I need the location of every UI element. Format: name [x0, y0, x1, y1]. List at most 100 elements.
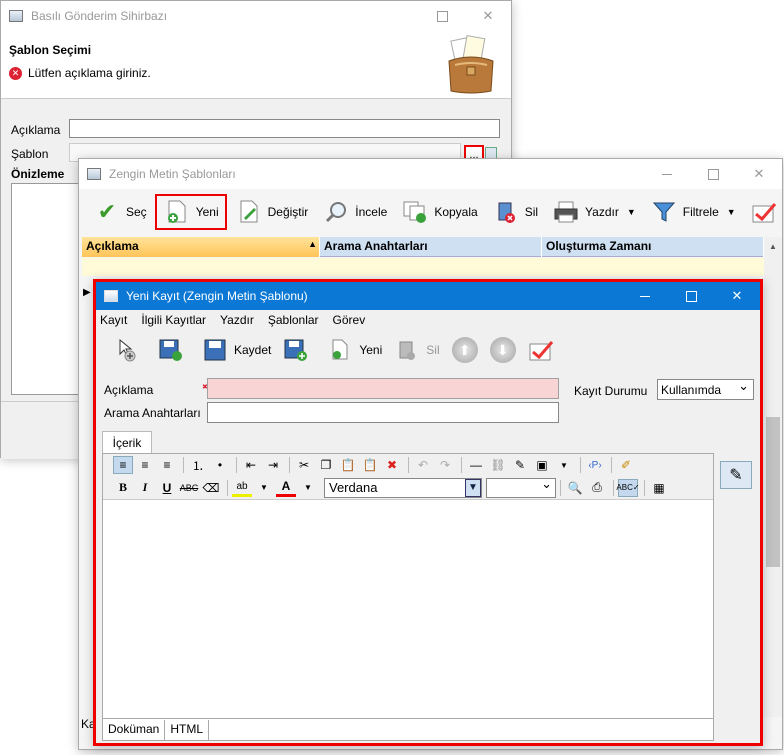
- magnifier-icon: [322, 198, 350, 226]
- clear-icon[interactable]: ✖: [382, 456, 402, 474]
- minimize-button[interactable]: [622, 282, 668, 310]
- print-button[interactable]: Yazdır ▼: [546, 194, 642, 230]
- column-header-arama[interactable]: Arama Anahtarları: [320, 237, 542, 257]
- link-icon[interactable]: ⛓: [488, 456, 508, 474]
- chevron-down-icon[interactable]: ▼: [465, 478, 481, 497]
- maximize-button[interactable]: [419, 1, 465, 31]
- preview-area: [11, 183, 81, 395]
- font-color-icon[interactable]: A: [276, 479, 296, 497]
- vertical-scrollbar[interactable]: ▲: [764, 237, 782, 717]
- chevron-down-icon[interactable]: ▼: [254, 479, 274, 497]
- select-button[interactable]: ✔ Seç: [87, 194, 153, 230]
- arama-input[interactable]: [207, 402, 559, 423]
- print-preview-icon[interactable]: ⎙: [587, 479, 607, 497]
- close-button[interactable]: [736, 159, 782, 189]
- menu-sablonlar[interactable]: Şablonlar: [268, 313, 319, 327]
- delete-button[interactable]: Sil: [486, 194, 544, 230]
- edit-picture-icon: ✎: [729, 467, 743, 484]
- error-text: Lütfen açıklama giriniz.: [28, 66, 151, 80]
- strikethrough-icon[interactable]: ABC: [179, 479, 199, 497]
- chevron-down-icon[interactable]: ▼: [298, 479, 318, 497]
- font-family-select[interactable]: Verdana ▼: [324, 477, 482, 498]
- chevron-down-icon[interactable]: ▼: [627, 207, 636, 217]
- save-close-button[interactable]: [158, 337, 190, 363]
- scroll-thumb[interactable]: [766, 417, 780, 567]
- column-header-aciklama[interactable]: Açıklama: [82, 237, 320, 257]
- menu-yazdir[interactable]: Yazdır: [220, 313, 254, 327]
- align-center-icon[interactable]: ≡: [135, 456, 155, 474]
- align-right-icon[interactable]: ≡: [157, 456, 177, 474]
- table-row[interactable]: [82, 258, 764, 276]
- save-add-icon: [283, 337, 309, 363]
- menu-ilgili-kayitlar[interactable]: İlgili Kayıtlar: [141, 313, 206, 327]
- paste-icon[interactable]: 📋: [338, 456, 358, 474]
- close-button[interactable]: [465, 1, 511, 31]
- checklist-icon: [528, 337, 554, 363]
- highlighter-icon[interactable]: ✐: [616, 456, 636, 474]
- editor-content[interactable]: [103, 500, 713, 720]
- record-toolbar: Kaydet Yeni Sil ⬆ ⬇: [96, 330, 760, 370]
- status-select[interactable]: Kullanımda: [657, 378, 754, 400]
- aciklama-input[interactable]: [207, 378, 559, 399]
- font-size-select[interactable]: [486, 476, 556, 498]
- add-button[interactable]: [114, 337, 146, 363]
- save-button[interactable]: Kaydet: [202, 337, 271, 363]
- column-header-olusturma[interactable]: Oluşturma Zamanı: [542, 237, 764, 257]
- save-refresh-icon: [158, 337, 184, 363]
- delete-record-button[interactable]: Sil: [394, 337, 440, 363]
- eraser-icon[interactable]: ⌫: [201, 479, 221, 497]
- separator: [644, 479, 645, 496]
- tab-dokuman[interactable]: Doküman: [103, 720, 166, 740]
- numbered-list-icon[interactable]: ⒈: [188, 456, 208, 474]
- new-button[interactable]: Yeni: [154, 194, 227, 230]
- indent-icon[interactable]: ⇥: [263, 456, 283, 474]
- new-record-button[interactable]: Yeni: [327, 337, 382, 363]
- menu-kayit[interactable]: Kayıt: [100, 313, 127, 327]
- cut-icon[interactable]: ✂: [294, 456, 314, 474]
- next-record-button[interactable]: ⬇: [489, 337, 516, 363]
- paste-special-icon[interactable]: 📋: [360, 456, 380, 474]
- edit-button[interactable]: Değiştir: [229, 194, 315, 230]
- maximize-button[interactable]: [668, 282, 714, 310]
- edit-template-button[interactable]: ✎: [720, 461, 752, 489]
- arrow-down-icon: ⬇: [489, 337, 516, 363]
- paragraph-icon[interactable]: ‹P›: [585, 456, 605, 474]
- horizontal-rule-icon[interactable]: —: [466, 456, 486, 474]
- scroll-up-icon[interactable]: ▲: [764, 237, 782, 255]
- redo-icon[interactable]: ↷: [435, 456, 455, 474]
- filter-button[interactable]: Filtrele ▼: [644, 194, 742, 230]
- copy-icon[interactable]: ❐: [316, 456, 336, 474]
- approve-button[interactable]: [528, 337, 560, 363]
- previous-record-button[interactable]: ⬆: [451, 337, 478, 363]
- outdent-icon[interactable]: ⇤: [241, 456, 261, 474]
- maximize-button[interactable]: [690, 159, 736, 189]
- tab-icerik[interactable]: İçerik: [102, 431, 152, 453]
- chevron-down-icon[interactable]: ▼: [727, 207, 736, 217]
- find-icon[interactable]: 🔍: [565, 479, 585, 497]
- close-button[interactable]: [714, 282, 760, 310]
- italic-icon[interactable]: I: [135, 479, 155, 497]
- menu-gorev[interactable]: Görev: [333, 313, 366, 327]
- image-icon[interactable]: ▣: [532, 456, 552, 474]
- spellcheck-icon[interactable]: ABC✓: [616, 478, 640, 497]
- bold-icon[interactable]: B: [113, 479, 133, 497]
- aciklama-input[interactable]: [69, 119, 500, 138]
- editor-side-panel: ✎: [714, 453, 760, 741]
- separator: [580, 457, 581, 473]
- aciklama-label: Açıklama: [104, 383, 154, 397]
- bullet-list-icon[interactable]: •: [210, 456, 230, 474]
- edit-box-icon[interactable]: ✎: [510, 456, 530, 474]
- inspect-button[interactable]: İncele: [316, 194, 393, 230]
- highlight-color-icon[interactable]: ab: [232, 479, 252, 497]
- align-left-icon[interactable]: ≡: [113, 456, 133, 474]
- chevron-down-icon[interactable]: ▼: [554, 456, 574, 474]
- copy-button[interactable]: Kopyala: [395, 194, 483, 230]
- edit-doc-icon: [235, 198, 263, 226]
- approve-button[interactable]: [744, 194, 784, 230]
- save-new-button[interactable]: [283, 337, 315, 363]
- undo-icon[interactable]: ↶: [413, 456, 433, 474]
- minimize-button[interactable]: [644, 159, 690, 189]
- underline-icon[interactable]: U: [157, 479, 177, 497]
- tab-html[interactable]: HTML: [165, 720, 210, 740]
- insert-field-icon[interactable]: ▦: [649, 479, 669, 497]
